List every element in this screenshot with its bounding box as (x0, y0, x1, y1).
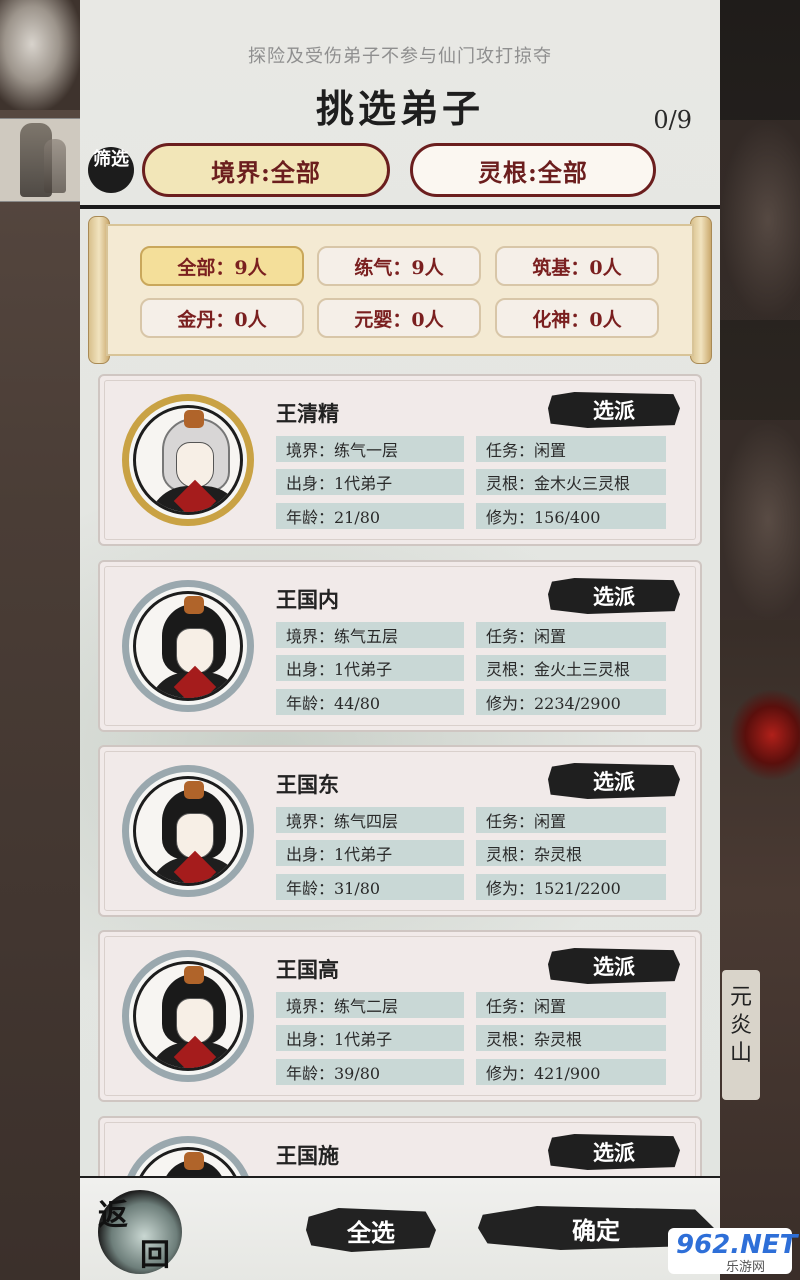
realm-filter-button[interactable]: 境界:全部 (142, 143, 390, 197)
site-watermark-logo: 962.NET 乐游网 (668, 1228, 797, 1275)
cultivation-field: 修为：1521/2200 (476, 874, 666, 900)
spirit-root-filter-button[interactable]: 灵根:全部 (410, 143, 656, 197)
realm-field: 境界：练气五层 (276, 622, 464, 648)
tab-realm-qi-refining[interactable]: 练气：9人 (317, 246, 481, 286)
avatar-portrait (133, 961, 243, 1071)
age-field: 年龄：31/80 (276, 874, 464, 900)
cultivation-field: 修为：421/900 (476, 1059, 666, 1085)
bottom-bar: 返 回 全选 确定 (80, 1176, 720, 1280)
back-button[interactable]: 返 回 (98, 1190, 182, 1274)
hint-text: 探险及受伤弟子不参与仙门攻打掠夺 (248, 46, 552, 67)
spirit-root-field: 灵根：金火土三灵根 (476, 655, 666, 681)
disciple-avatar (122, 580, 254, 712)
avatar-portrait (133, 1147, 243, 1176)
panel-header: 探险及受伤弟子不参与仙门攻打掠夺 挑选弟子 0/9 筛选 境界:全部 灵根:全部 (80, 0, 720, 205)
realm-field: 境界：练气一层 (276, 436, 464, 462)
spirit-root-field: 灵根：杂灵根 (476, 1025, 666, 1051)
spirit-root-field: 灵根：金木火三灵根 (476, 469, 666, 495)
back-label-bottom: 回 (140, 1238, 170, 1273)
tab-realm-foundation[interactable]: 筑基：0人 (495, 246, 659, 286)
left-background-scene (0, 0, 80, 1280)
selected-count: 0/9 (653, 106, 692, 134)
realm-field: 境界：练气二层 (276, 992, 464, 1018)
origin-field: 出身：1代弟子 (276, 655, 464, 681)
disciple-card: 王清精 选派 境界：练气一层 任务：闲置 出身：1代弟子 灵根：金木火三灵根 年… (98, 374, 702, 546)
select-all-button[interactable]: 全选 (306, 1208, 436, 1252)
avatar-hair-crown (184, 781, 204, 799)
task-field: 任务：闲置 (476, 436, 666, 462)
red-portal-icon (730, 690, 800, 780)
origin-field: 出身：1代弟子 (276, 469, 464, 495)
realm-field: 境界：练气四层 (276, 807, 464, 833)
assign-button[interactable]: 选派 (548, 1134, 680, 1170)
origin-field: 出身：1代弟子 (276, 840, 464, 866)
avatar-hair-crown (184, 410, 204, 428)
disciple-avatar (122, 950, 254, 1082)
select-disciples-panel: 探险及受伤弟子不参与仙门攻打掠夺 挑选弟子 0/9 筛选 境界:全部 灵根:全部… (80, 0, 720, 1280)
task-field: 任务：闲置 (476, 807, 666, 833)
right-background-scene: 元炎山 (720, 0, 800, 1280)
disciple-card: 王国内 选派 境界：练气五层 任务：闲置 出身：1代弟子 灵根：金火土三灵根 年… (98, 560, 702, 732)
place-name-label: 元炎山 (722, 970, 760, 1100)
assign-button[interactable]: 选派 (548, 948, 680, 984)
disciple-list[interactable]: 王清精 选派 境界：练气一层 任务：闲置 出身：1代弟子 灵根：金木火三灵根 年… (80, 372, 720, 1176)
disciple-name: 王国东 (276, 772, 339, 797)
task-field: 任务：闲置 (476, 992, 666, 1018)
assign-button[interactable]: 选派 (548, 578, 680, 614)
figure-silhouette (44, 139, 66, 193)
age-field: 年龄：39/80 (276, 1059, 464, 1085)
spirit-root-field: 灵根：杂灵根 (476, 840, 666, 866)
avatar-hair-crown (184, 966, 204, 984)
page-title: 挑选弟子 (315, 86, 484, 131)
disciple-card: 王国高 选派 境界：练气二层 任务：闲置 出身：1代弟子 灵根：杂灵根 年龄：3… (98, 930, 702, 1102)
disciple-avatar (122, 394, 254, 526)
back-label-top: 返 (98, 1198, 128, 1233)
cultivation-field: 修为：156/400 (476, 503, 666, 529)
divider (80, 205, 720, 209)
avatar-hair-crown (184, 596, 204, 614)
cultivation-field: 修为：2234/2900 (476, 689, 666, 715)
disciple-name: 王国施 (276, 1143, 339, 1168)
side-thumbnail-image (0, 118, 80, 202)
disciple-card: 王国东 选派 境界：练气四层 任务：闲置 出身：1代弟子 灵根：杂灵根 年龄：3… (98, 745, 702, 917)
tab-realm-all[interactable]: 全部：9人 (140, 246, 304, 286)
watermark-sub: 乐游网 (726, 1260, 766, 1275)
disciple-name: 王国内 (276, 587, 339, 612)
disciple-avatar (122, 765, 254, 897)
assign-button[interactable]: 选派 (548, 392, 680, 428)
tab-realm-spirit-severing[interactable]: 化神：0人 (495, 298, 659, 338)
ink-mountain-art (720, 420, 800, 620)
disciple-card: 王国施 选派 (98, 1116, 702, 1176)
avatar-portrait (133, 776, 243, 886)
filter-badge-icon: 筛选 (88, 147, 134, 193)
tab-realm-nascent-soul[interactable]: 元婴：0人 (317, 298, 481, 338)
ink-mountain-art (0, 0, 80, 110)
task-field: 任务：闲置 (476, 622, 666, 648)
tab-realm-golden-core[interactable]: 金丹：0人 (140, 298, 304, 338)
ink-mountain-art (720, 120, 800, 320)
disciple-avatar (122, 1136, 254, 1176)
assign-button[interactable]: 选派 (548, 763, 680, 799)
avatar-portrait (133, 591, 243, 701)
disciple-name: 王国高 (276, 957, 339, 982)
realm-filter-scroll: 全部：9人 练气：9人 筑基：0人 金丹：0人 元婴：0人 化神：0人 (88, 216, 712, 364)
disciple-name: 王清精 (276, 401, 339, 426)
avatar-hair-crown (184, 1152, 204, 1170)
origin-field: 出身：1代弟子 (276, 1025, 464, 1051)
age-field: 年龄：21/80 (276, 503, 464, 529)
age-field: 年龄：44/80 (276, 689, 464, 715)
avatar-portrait (133, 405, 243, 515)
